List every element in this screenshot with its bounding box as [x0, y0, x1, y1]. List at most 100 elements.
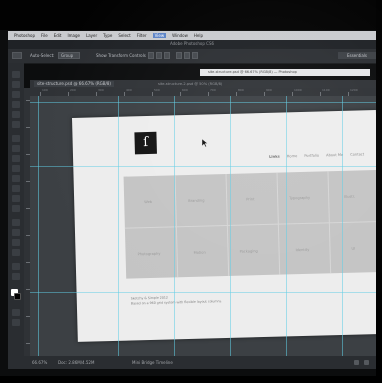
document-tab-active[interactable]: site-structure.psd @ 66.67% (RGB/8) — [34, 81, 114, 87]
guide-line[interactable] — [118, 96, 119, 356]
nav-link-portfolio[interactable]: Portfolio — [304, 154, 319, 158]
menu-item-window[interactable]: Window — [172, 33, 188, 38]
zoom-level[interactable]: 66.67% — [32, 360, 47, 365]
ruler-tick-label: 200 — [70, 88, 76, 92]
guide-line[interactable] — [286, 96, 287, 356]
clone-stamp-tool-icon[interactable] — [12, 155, 20, 162]
options-bar: Auto-Select: Group Show Transform Contro… — [8, 49, 376, 64]
align-top-icon[interactable] — [148, 52, 154, 59]
scroll-right-icon[interactable] — [354, 360, 359, 365]
monitor-bezel-top — [0, 0, 382, 30]
guide-line[interactable] — [174, 96, 175, 356]
ruler-tick-label: 800 — [238, 88, 244, 92]
quick-mask-icon[interactable] — [12, 309, 20, 316]
menu-item-type[interactable]: Type — [103, 33, 112, 38]
screen-mode-icon[interactable] — [12, 319, 20, 326]
ruler-tick-label: 1100 — [322, 88, 330, 92]
auto-select-dropdown[interactable]: Group — [58, 52, 80, 59]
menu-item-image[interactable]: Image — [67, 33, 80, 38]
menu-item-layer[interactable]: Layer — [86, 33, 97, 38]
ruler-tick-label: 600 — [182, 88, 188, 92]
eyedropper-tool-icon[interactable] — [12, 121, 20, 128]
nav-link-home[interactable]: Home — [287, 154, 298, 158]
background-color-swatch[interactable] — [14, 293, 21, 300]
blur-tool-icon[interactable] — [12, 195, 20, 202]
dodge-tool-icon[interactable] — [12, 205, 20, 212]
rectangle-tool-icon[interactable] — [12, 249, 20, 256]
distribute-middle-icon[interactable] — [184, 52, 190, 59]
horizontal-ruler[interactable]: 100 200 300 400 500 600 700 800 900 1000 1100 1200 — [30, 88, 376, 96]
menu-item-filter[interactable]: Filter — [137, 33, 147, 38]
nav-link-about[interactable]: About Me — [326, 153, 343, 157]
grid-cell-label: Web — [144, 199, 153, 205]
guide-line[interactable] — [342, 96, 343, 356]
distribute-bottom-icon[interactable] — [192, 52, 198, 59]
healing-brush-tool-icon[interactable] — [12, 135, 20, 142]
guide-line[interactable] — [230, 96, 231, 356]
brush-tool-icon[interactable] — [12, 145, 20, 152]
menu-item-file[interactable]: File — [41, 33, 48, 38]
auto-select-checkbox-label[interactable]: Auto-Select: — [30, 53, 55, 58]
logo-mark-icon: ſ — [134, 131, 157, 155]
footer-line: Based on a 960 grid system with flexible… — [130, 299, 223, 306]
quick-select-tool-icon[interactable] — [12, 101, 20, 108]
show-transform-label[interactable]: Show Transform Controls — [96, 53, 146, 58]
nav-link-contact[interactable]: Contact — [350, 152, 364, 156]
menu-item-help[interactable]: Help — [194, 33, 203, 38]
ruler-tick-label: 900 — [266, 88, 272, 92]
history-brush-tool-icon[interactable] — [12, 165, 20, 172]
align-bottom-icon[interactable] — [164, 52, 170, 59]
pen-tool-icon[interactable] — [12, 219, 20, 226]
move-tool-preset[interactable] — [12, 52, 22, 59]
align-middle-icon[interactable] — [156, 52, 162, 59]
menu-item-photoshop[interactable]: Photoshop — [14, 33, 35, 38]
nav-link-links[interactable]: Links — [269, 155, 280, 159]
type-tool-icon[interactable] — [12, 229, 20, 236]
zoom-tool-icon[interactable] — [12, 273, 20, 280]
ruler-tick-label: 300 — [98, 88, 104, 92]
document-info[interactable]: Doc: 2.86M/4.52M — [58, 360, 94, 365]
bottom-panel-tabs[interactable]: Mini Bridge Timeline — [132, 360, 173, 365]
document-tab-secondary[interactable]: site-structure-2.psd @ 50% (RGB/8) — [158, 81, 222, 87]
path-selection-tool-icon[interactable] — [12, 239, 20, 246]
eraser-tool-icon[interactable] — [12, 175, 20, 182]
app-titlebar: Adobe Photoshop CS6 — [8, 40, 376, 49]
gradient-tool-icon[interactable] — [12, 185, 20, 192]
grid-cell-label: UI — [351, 246, 356, 251]
ruler-tick-label: 100 — [42, 88, 48, 92]
menu-item-view[interactable]: View — [152, 33, 167, 38]
canvas-area[interactable]: ſ Links Home Portfolio About Me Contact … — [30, 96, 376, 356]
guide-line[interactable] — [30, 166, 376, 167]
lasso-tool-icon[interactable] — [12, 91, 20, 98]
photoshop-screen: Photoshop File Edit Image Layer Type Sel… — [0, 0, 382, 383]
panel-menu-icon[interactable] — [364, 360, 369, 365]
move-tool-icon[interactable] — [12, 71, 20, 78]
grid-divider — [124, 221, 376, 229]
ruler-tick-label: 700 — [210, 88, 216, 92]
site-nav: Links Home Portfolio About Me Contact — [269, 152, 364, 158]
workspace-switcher[interactable]: Essentials — [338, 52, 376, 59]
document-tab-label: site-structure.psd @ 66.67% (RGB/8) — [37, 81, 111, 86]
menu-item-edit[interactable]: Edit — [54, 33, 62, 38]
guide-line[interactable] — [30, 102, 376, 103]
guide-line[interactable] — [38, 96, 39, 356]
guide-line[interactable] — [30, 292, 376, 293]
monitor-bezel-right — [376, 0, 382, 383]
document-tab-bar: site-structure.psd @ 66.67% (RGB/8) site… — [30, 80, 376, 88]
ruler-tick-label: 1000 — [294, 88, 302, 92]
status-bar: 66.67% Doc: 2.86M/4.52M Mini Bridge Time… — [24, 356, 376, 369]
mouse-cursor-icon — [201, 132, 209, 151]
auto-select-value: Group — [61, 53, 74, 58]
app-title: Adobe Photoshop CS6 — [169, 41, 215, 46]
hand-tool-icon[interactable] — [12, 263, 20, 270]
marquee-tool-icon[interactable] — [12, 81, 20, 88]
grid-cell-label: Identity — [295, 247, 310, 253]
ruler-tick-label: 1200 — [350, 88, 358, 92]
page-footer: Sketchy & Simple 2012 Based on a 960 gri… — [131, 294, 223, 306]
crop-tool-icon[interactable] — [12, 111, 20, 118]
menu-item-select[interactable]: Select — [118, 33, 130, 38]
distribute-top-icon[interactable] — [176, 52, 182, 59]
ruler-tick-label: 400 — [126, 88, 132, 92]
grid-cell-label: Typography — [289, 195, 311, 201]
grid-cell-label: Packaging — [239, 249, 258, 254]
